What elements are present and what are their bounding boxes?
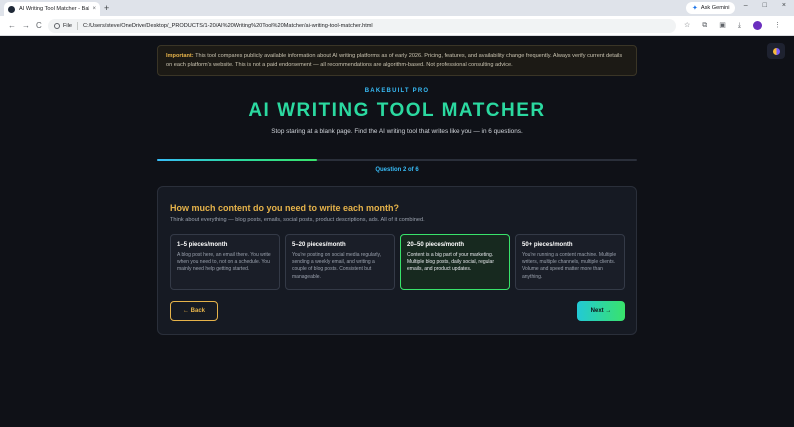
address-bar[interactable]: File C:/Users/steve/OneDrive/Desktop/_PR… (48, 19, 676, 33)
tab-title: AI Writing Tool Matcher - Bake (19, 6, 90, 12)
browser-tab[interactable]: AI Writing Tool Matcher - Bake × (4, 2, 100, 16)
profile-avatar[interactable] (753, 21, 763, 30)
reload-icon[interactable]: C (36, 20, 42, 32)
new-tab-icon[interactable]: + (104, 3, 109, 13)
split-view-icon[interactable]: ▣ (719, 20, 726, 32)
option-title: 5–20 pieces/month (292, 242, 346, 248)
ask-gemini-label: Ask Gemini (700, 5, 730, 11)
browser-tab-bar: AI Writing Tool Matcher - Bake × + ✦ Ask… (0, 0, 794, 16)
option-title: 1–5 pieces/month (177, 242, 228, 248)
minimize-icon[interactable]: – (744, 2, 748, 9)
question-card: How much content do you need to write ea… (157, 186, 637, 335)
progress-bar (157, 159, 637, 161)
close-window-icon[interactable]: × (782, 2, 786, 9)
option-description: A blog post here, an email there. You wr… (177, 252, 271, 273)
question-counter: Question 2 of 6 (375, 167, 419, 173)
option-description: You're running a content machine. Multip… (522, 252, 617, 280)
theme-icon (772, 47, 780, 55)
notice-label: Important: (166, 53, 194, 59)
option-50-plus[interactable]: 50+ pieces/month You're running a conten… (515, 234, 625, 290)
maximize-icon[interactable]: □ (763, 2, 767, 9)
option-title: 50+ pieces/month (522, 242, 573, 248)
toolbar-icons: ☆ ⧉ ▣ ⤓ ⋮ (684, 20, 781, 32)
page-subtitle: Stop staring at a blank page. Find the A… (271, 128, 523, 135)
window-controls: – □ × (744, 2, 786, 9)
extensions-icon[interactable]: ⧉ (702, 20, 707, 32)
bookmark-star-icon[interactable]: ☆ (684, 20, 690, 32)
back-button[interactable]: ← Back (170, 301, 218, 321)
option-20-50[interactable]: 20–50 pieces/month Content is a big part… (400, 234, 510, 290)
favicon-icon (8, 5, 15, 13)
menu-kebab-icon[interactable]: ⋮ (774, 20, 781, 32)
option-1-5[interactable]: 1–5 pieces/month A blog post here, an em… (170, 234, 280, 290)
file-chip: File (63, 23, 73, 29)
notice-text: This tool compares publicly available in… (166, 53, 623, 68)
option-title: 20–50 pieces/month (407, 242, 465, 248)
url-divider (77, 22, 79, 30)
back-arrow-icon[interactable]: ← (8, 20, 16, 32)
url-text[interactable]: C:/Users/steve/OneDrive/Desktop/_PRODUCT… (83, 23, 373, 29)
gemini-sparkle-icon: ✦ (692, 5, 698, 12)
page-title: AI WRITING TOOL MATCHER (248, 100, 546, 121)
theme-toggle-button[interactable] (767, 43, 785, 59)
tab-close-icon[interactable]: × (92, 6, 96, 12)
page-content: Important: This tool compares publicly a… (0, 37, 794, 427)
brand-label: BAKEBUILT PRO (364, 88, 430, 94)
option-description: Content is a big part of your marketing.… (407, 252, 494, 273)
progress-fill (157, 159, 317, 161)
forward-arrow-icon[interactable]: → (22, 20, 30, 32)
browser-toolbar: ← → C File C:/Users/steve/OneDrive/Deskt… (0, 16, 794, 36)
site-info-icon[interactable] (54, 23, 60, 29)
disclaimer-notice: Important: This tool compares publicly a… (157, 45, 637, 76)
question-title: How much content do you need to write ea… (170, 203, 400, 213)
download-icon[interactable]: ⤓ (738, 20, 741, 32)
option-description: You're posting on social media regularly… (292, 252, 382, 280)
question-hint: Think about everything — blog posts, ema… (170, 217, 425, 223)
next-button[interactable]: Next → (577, 301, 625, 321)
ask-gemini-button[interactable]: ✦ Ask Gemini (686, 2, 736, 14)
option-5-20[interactable]: 5–20 pieces/month You're posting on soci… (285, 234, 395, 290)
